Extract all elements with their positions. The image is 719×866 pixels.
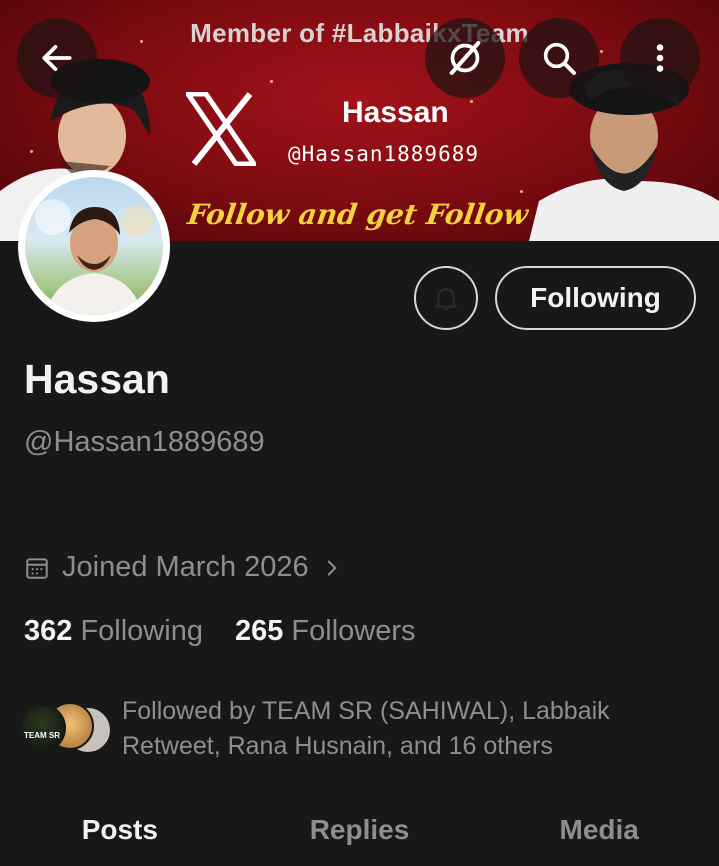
profile-avatar[interactable] [18,170,170,322]
tab-posts[interactable]: Posts [0,800,240,866]
bell-icon [434,288,458,311]
follower-avatar: TEAM SR [18,704,66,752]
tab-replies[interactable]: Replies [240,800,480,866]
following-count-link[interactable]: 362 Following [24,615,203,648]
banner-handle: @Hassan1889689 [288,142,480,166]
followed-by-row[interactable]: TEAM SR Followed by TEAM SR (SAHIWAL), L… [18,694,642,764]
x-logo-icon [186,92,256,166]
followers-count-link[interactable]: 265 Followers [235,615,416,648]
followers-label: Followers [291,615,416,647]
chevron-right-icon [327,560,337,575]
joined-date-text: Joined March 2026 [62,551,309,583]
following-button[interactable]: Following [495,266,696,330]
following-count: 362 [24,615,73,647]
banner-name: Hassan [342,96,449,129]
avatar-image [25,177,163,315]
more-button[interactable] [620,18,700,98]
grok-icon [449,41,481,75]
follow-stats: 362 Following 265 Followers [24,615,416,648]
followers-count: 265 [234,615,284,647]
search-icon [543,42,576,75]
grok-button[interactable] [425,18,505,98]
tab-media[interactable]: Media [479,800,719,866]
followed-by-avatars: TEAM SR [18,702,114,758]
arrow-left-icon [42,45,72,71]
calendar-icon [26,557,48,579]
followed-by-text: Followed by TEAM SR (SAHIWAL), Labbaik R… [122,697,610,760]
notifications-bell-button[interactable] [414,266,478,330]
following-label: Following [80,615,203,647]
joined-date-row[interactable]: Joined March 2026 [24,551,343,584]
back-button[interactable] [17,18,97,98]
profile-handle: @Hassan1889689 [24,426,265,458]
more-vertical-icon [656,44,664,72]
profile-tabs: Posts Replies Media [0,800,719,866]
profile-display-name: Hassan [24,356,170,402]
search-button[interactable] [519,18,599,98]
